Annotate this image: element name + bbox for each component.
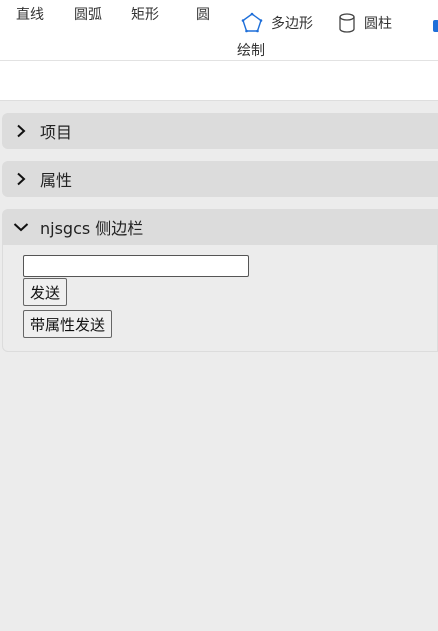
- send-with-properties-button[interactable]: 带属性发送: [23, 310, 113, 338]
- message-input[interactable]: [23, 255, 249, 277]
- njsgcs-sidebar-section-header[interactable]: njsgcs 侧边栏: [2, 209, 438, 245]
- project-section: 项目: [2, 113, 438, 149]
- chevron-down-icon: [12, 218, 30, 236]
- njsgcs-sidebar-body: 发送 带属性发送: [2, 245, 438, 352]
- cylinder-tool-label: 圆柱: [364, 16, 392, 32]
- circle-tool-button[interactable]: 圆: [196, 6, 210, 24]
- properties-section-title: 属性: [40, 171, 73, 190]
- arc-tool-button[interactable]: 圆弧: [74, 6, 102, 24]
- send-button[interactable]: 发送: [23, 278, 68, 306]
- properties-section: 属性: [2, 161, 438, 197]
- chevron-right-icon: [12, 170, 30, 188]
- cylinder-icon: [338, 12, 356, 34]
- njsgcs-sidebar-section: njsgcs 侧边栏 发送 带属性发送: [2, 209, 438, 352]
- polygon-tool-button[interactable]: 多边形: [241, 12, 313, 34]
- side-panel: 项目 属性 njsgcs 侧边栏 发送 带属性发送: [2, 113, 438, 631]
- njsgcs-sidebar-section-title: njsgcs 侧边栏: [40, 219, 144, 238]
- project-section-header[interactable]: 项目: [2, 113, 438, 149]
- status-bar: [0, 61, 438, 101]
- drawing-ribbon: 直线 圆弧 矩形 圆 多边形 圆柱 绘制: [0, 0, 438, 61]
- project-section-title: 项目: [40, 123, 73, 142]
- properties-section-header[interactable]: 属性: [2, 161, 438, 197]
- cylinder-tool-button[interactable]: 圆柱: [338, 12, 392, 34]
- rect-tool-button[interactable]: 矩形: [131, 6, 159, 24]
- polygon-tool-label: 多边形: [271, 16, 313, 32]
- chevron-right-icon: [12, 122, 30, 140]
- overflow-icon[interactable]: [432, 0, 438, 60]
- draw-group-label: 绘制: [237, 43, 265, 59]
- pentagon-icon: [241, 12, 263, 34]
- line-tool-button[interactable]: 直线: [16, 6, 44, 24]
